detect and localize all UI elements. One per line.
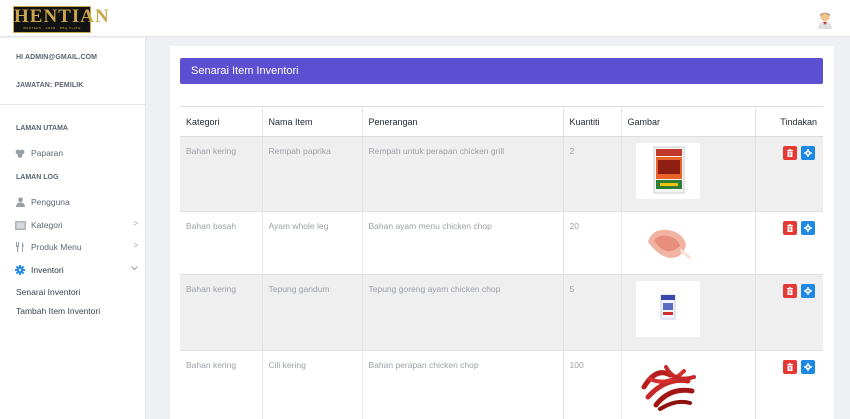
cell-penerangan: Rempah untuk perapan chicken grill [362,136,564,212]
logo-text: HENTIAN [14,6,110,27]
cutlery-icon [14,242,26,252]
user-icon [14,197,26,207]
item-image-dried-chili [635,357,700,413]
trash-icon [787,224,793,232]
table-header-row: Kategori Nama Item Penerangan Kuantiti G… [180,106,823,137]
column-header-kuantiti: Kuantiti [563,106,622,137]
category-icon [14,220,26,230]
item-image-chicken-leg [635,218,700,268]
trash-icon [787,287,793,295]
edit-button[interactable] [801,360,815,374]
gear-icon [804,363,812,371]
cell-tindakan [755,211,823,275]
cell-gambar [621,350,756,419]
gear-icon [804,149,812,157]
item-image-flour [635,281,700,337]
table-row: Bahan kering Rempah paprika Rempah untuk… [180,136,823,212]
logo-subtext: WESTERN · ARAB · BBQ PLATE [23,26,81,30]
dashboard-icon [14,148,26,158]
sidebar-item-kategori[interactable]: Kategori > [14,218,138,232]
cell-nama-item: Tepung gandum [262,274,363,351]
cell-kuantiti: 100 [563,350,622,419]
gear-icon [804,224,812,232]
user-role: JAWATAN: PEMILIK [16,82,84,89]
sidebar-item-label: Kategori [31,220,63,230]
table-row: Bahan kering Cili kering Bahan perapan c… [180,350,823,419]
cell-gambar [621,274,756,351]
cell-kuantiti: 2 [563,136,622,212]
page-title: Senarai Item Inventori [180,58,823,84]
edit-button[interactable] [801,146,815,160]
delete-button[interactable] [783,360,797,374]
sidebar: HI ADMIN@GMAIL.COM JAWATAN: PEMILIK LAMA… [0,38,146,419]
cell-tindakan [755,274,823,351]
chevron-right-icon: > [133,241,138,250]
chevron-down-icon [131,264,138,273]
cell-tindakan [755,136,823,212]
edit-button[interactable] [801,284,815,298]
delete-button[interactable] [783,221,797,235]
sidebar-item-pengguna[interactable]: Pengguna [14,195,138,209]
cell-penerangan: Tepung goreng ayam chicken chop [362,274,564,351]
submenu-tambah-item-inventori[interactable]: Tambah Item Inventori [16,306,100,316]
cell-kuantiti: 20 [563,211,622,275]
cell-nama-item: Cili kering [262,350,363,419]
delete-button[interactable] [783,284,797,298]
cell-tindakan [755,350,823,419]
sidebar-section-laman-utama: LAMAN UTAMA [16,125,68,132]
cell-kategori: Bahan kering [180,350,263,419]
cell-penerangan: Bahan perapan chicken chop [362,350,564,419]
brand-logo[interactable]: HENTIAN WESTERN · ARAB · BBQ PLATE [13,6,110,33]
trash-icon [787,149,793,157]
sidebar-section-laman-log: LAMAN LOG [16,174,59,181]
table-row: Bahan basah Ayam whole leg Bahan ayam me… [180,211,823,275]
column-header-nama-item: Nama Item [262,106,363,137]
column-header-kategori: Kategori [180,106,263,137]
cell-kategori: Bahan kering [180,136,263,212]
gear-icon [804,287,812,295]
delete-button[interactable] [783,146,797,160]
sidebar-item-label: Inventori [31,265,64,275]
edit-button[interactable] [801,221,815,235]
sidebar-item-label: Pengguna [31,197,70,207]
cell-nama-item: Ayam whole leg [262,211,363,275]
top-bar: HENTIAN WESTERN · ARAB · BBQ PLATE [0,0,850,37]
user-greeting: HI ADMIN@GMAIL.COM [16,54,98,61]
sidebar-item-label: Produk Menu [31,242,82,252]
sidebar-item-paparan[interactable]: Paparan [14,146,138,160]
inventory-table: Kategori Nama Item Penerangan Kuantiti G… [180,106,823,419]
sidebar-item-label: Paparan [31,148,64,158]
cell-kuantiti: 5 [563,274,622,351]
sidebar-item-inventori[interactable]: Inventori [14,263,138,277]
cell-gambar [621,211,756,275]
cell-kategori: Bahan kering [180,274,263,351]
column-header-tindakan: Tindakan [755,106,823,137]
column-header-gambar: Gambar [621,106,756,137]
chevron-right-icon: > [133,219,138,228]
table-row: Bahan kering Tepung gandum Tepung goreng… [180,274,823,351]
cell-kategori: Bahan basah [180,211,263,275]
inventory-card: Senarai Item Inventori Kategori Nama Ite… [170,46,834,419]
sidebar-divider [0,104,146,105]
sidebar-item-produk-menu[interactable]: Produk Menu > [14,240,138,254]
cell-gambar [621,136,756,212]
trash-icon [787,363,793,371]
item-image-paprika [635,143,700,199]
cell-penerangan: Bahan ayam menu chicken chop [362,211,564,275]
column-header-penerangan: Penerangan [362,106,564,137]
cell-nama-item: Rempah paprika [262,136,363,212]
submenu-senarai-inventori[interactable]: Senarai Inventori [16,287,80,297]
gear-icon [14,265,26,275]
user-avatar-icon[interactable] [817,11,833,29]
